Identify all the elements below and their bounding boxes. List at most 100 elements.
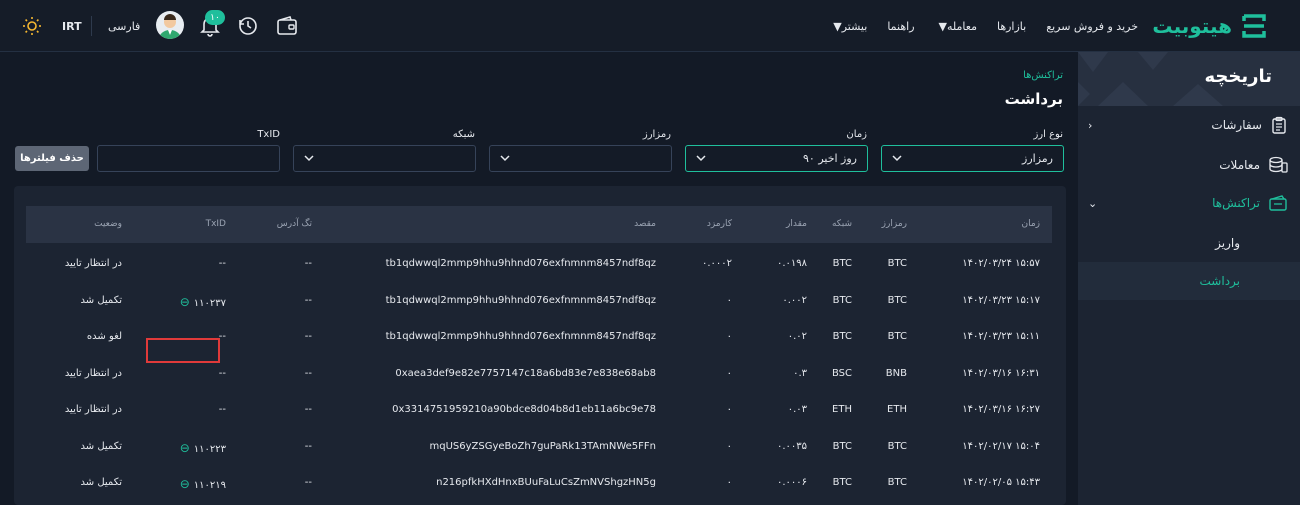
cell-destination: 0x3314751959210a90bdce8d04b8d1eb11a6bc9e…	[392, 404, 656, 415]
table-row[interactable]: ۱۴۰۲/۰۲/۱۷ ۱۵:۰۴ BTC BTC ۰.۰۰۳۵ ۰ mqUS6yZSGye…	[26, 429, 1052, 466]
cell-txid[interactable]: ⊖ ۱۱۰۲۲۳	[180, 441, 226, 455]
cell-amount: ۰.۰۳	[787, 404, 807, 415]
cell-txid[interactable]: ⊖ ۱۱۰۲۳۷	[180, 295, 226, 309]
sidebar-subitem-deposit[interactable]: واریز	[1078, 224, 1300, 262]
breadcrumb[interactable]: تراکنش‌ها	[1023, 70, 1063, 81]
cell-crypto: BTC	[887, 477, 907, 488]
cell-destination: tb1qdwwql2mmp9hhu9hhnd076exfnmnm8457ndf8…	[385, 294, 656, 306]
select-value: ۹۰ روز اخیر	[802, 152, 857, 165]
column-header-fee: کارمزد	[706, 219, 732, 229]
txid-value: ۱۱۰۲۳۷	[193, 297, 226, 309]
txid-value: ۱۱۰۲۲۳	[193, 443, 226, 455]
cell-network: BTC	[832, 331, 852, 342]
main-nav: خرید و فروش سریع بازارها ▼معامله راهنما …	[829, 0, 1138, 52]
txid-input[interactable]	[97, 145, 280, 172]
cell-destination: tb1qdwwql2mmp9hhu9hhnd076exfnmnm8457ndf8…	[385, 258, 656, 269]
cell-crypto: BNB	[885, 367, 907, 379]
cell-fee: ۰	[726, 367, 732, 379]
filter-label-network: شبکه	[452, 129, 475, 140]
sidebar: تاریخچه › سفارشات معاملات ⌄ تراکنش‌ها وا…	[1078, 52, 1300, 505]
wallet-icon[interactable]	[275, 14, 299, 38]
cell-time: ۱۴۰۲/۰۳/۱۶ ۱۶:۳۱	[962, 367, 1040, 379]
table-row[interactable]: ۱۴۰۲/۰۲/۰۵ ۱۵:۴۳ BTC BTC ۰.۰۰۰۶ ۰ n216pfkHXdH…	[26, 465, 1052, 502]
column-header-destination: مقصد	[634, 219, 656, 229]
cell-destination: mqUS6yZSGyeBoZh7guPaRk13TAmNWe5FFn	[429, 440, 657, 452]
cell-tag: --	[304, 367, 312, 379]
chevron-down-icon: ▼	[833, 19, 842, 33]
crypto-select[interactable]	[489, 145, 672, 172]
chevron-down-icon	[892, 155, 902, 162]
column-header-txid: TxID	[205, 219, 226, 229]
logo[interactable]: هیتوبیت	[1152, 10, 1268, 42]
sidebar-item-label: معاملات	[1219, 158, 1260, 172]
cell-amount: ۰.۰۰۰۶	[776, 477, 807, 488]
cell-time: ۱۴۰۲/۰۳/۲۴ ۱۵:۵۷	[962, 258, 1040, 269]
sidebar-item-transactions[interactable]: ⌄ تراکنش‌ها	[1078, 184, 1300, 222]
cell-time: ۱۴۰۲/۰۲/۰۵ ۱۵:۴۳	[962, 477, 1040, 488]
nav-item-trade-label: معامله	[946, 19, 977, 33]
cell-tag: --	[304, 404, 312, 415]
cell-destination: 0xaea3def9e82e7757147c18a6bd83e7e838e68a…	[395, 367, 656, 379]
cell-crypto: BTC	[887, 294, 907, 306]
sidebar-item-orders[interactable]: › سفارشات	[1078, 106, 1300, 144]
cell-crypto: ETH	[887, 404, 907, 415]
sun-icon[interactable]	[20, 14, 44, 38]
currency-switch[interactable]: IRT	[62, 0, 82, 52]
cell-status: لغو شده	[86, 331, 122, 342]
column-header-status: وضعیت	[94, 219, 122, 229]
cell-amount: ۰.۰۰۲	[782, 294, 807, 306]
cell-tag: --	[304, 440, 312, 452]
cell-txid[interactable]: ⊖ ۱۱۰۲۱۹	[180, 477, 226, 491]
notification-badge: ۱۰	[205, 10, 225, 25]
top-bar: هیتوبیت خرید و فروش سریع بازارها ▼معامله…	[0, 0, 1300, 52]
currency-type-select[interactable]: رمزارز	[881, 145, 1064, 172]
cell-fee: ۰	[726, 331, 732, 342]
filter-label-crypto: رمزارز	[642, 129, 671, 140]
cell-time: ۱۴۰۲/۰۳/۲۳ ۱۵:۱۱	[962, 331, 1040, 342]
filter-label-txid: TxID	[257, 129, 280, 140]
table-row[interactable]: ۱۴۰۲/۰۳/۲۳ ۱۵:۱۷ BTC BTC ۰.۰۰۲ ۰ tb1qdwwql2mm…	[26, 283, 1052, 320]
cell-crypto: BTC	[887, 440, 907, 452]
select-value: رمزارز	[1022, 152, 1053, 165]
time-range-select[interactable]: ۹۰ روز اخیر	[685, 145, 868, 172]
nav-item-markets[interactable]: بازارها	[997, 20, 1026, 33]
chevron-down-icon: ⌄	[1088, 196, 1098, 210]
cell-status: در انتظار تایید	[64, 404, 122, 415]
table-row[interactable]: ۱۴۰۲/۰۳/۱۶ ۱۶:۲۷ ETH ETH ۰.۰۳ ۰ 0x33147519592…	[26, 392, 1052, 429]
cell-network: BTC	[832, 294, 852, 306]
avatar[interactable]	[156, 11, 184, 39]
column-header-time: زمان	[1021, 219, 1040, 229]
coins-icon	[1269, 156, 1288, 173]
nav-item-trade[interactable]: ▼معامله	[935, 20, 977, 33]
nav-item-more[interactable]: ▼بیشتر	[829, 20, 867, 33]
link-icon: ⊖	[179, 477, 190, 491]
cell-amount: ۰.۳	[793, 367, 807, 379]
column-header-tag: تگ آدرس	[276, 219, 312, 229]
cell-tag: --	[304, 331, 312, 342]
column-header-network: شبکه	[831, 219, 852, 229]
language-switch[interactable]: فارسی	[108, 0, 140, 52]
network-select[interactable]	[293, 145, 476, 172]
cell-tag: --	[304, 258, 312, 269]
logo-mark-icon	[1242, 14, 1266, 38]
cell-fee: ۰.۰۰۰۲	[701, 258, 732, 269]
cell-amount: ۰.۰۲	[787, 331, 807, 342]
nav-item-guide[interactable]: راهنما	[887, 20, 914, 33]
transactions-icon	[1269, 195, 1287, 211]
nav-item-quick-trade[interactable]: خرید و فروش سریع	[1046, 20, 1138, 33]
filter-label-currency-type: نوع ارز	[1033, 129, 1063, 140]
cell-tag: --	[304, 294, 312, 306]
nav-item-more-label: بیشتر	[841, 19, 868, 33]
cell-crypto: BTC	[887, 331, 907, 342]
sidebar-header: تاریخچه	[1078, 52, 1300, 106]
table-row[interactable]: ۱۴۰۲/۰۳/۲۴ ۱۵:۵۷ BTC BTC ۰.۰۱۹۸ ۰.۰۰۰۲ tb1qdw…	[26, 246, 1052, 283]
clear-filters-button[interactable]: حذف فیلترها	[15, 146, 89, 171]
sidebar-subitem-withdraw[interactable]: برداشت	[1078, 262, 1300, 300]
cell-status: تکمیل شد	[80, 477, 122, 488]
cell-time: ۱۴۰۲/۰۳/۱۶ ۱۶:۲۷	[962, 404, 1040, 415]
column-header-crypto: رمزارز	[881, 219, 907, 229]
sidebar-item-trades[interactable]: معاملات	[1078, 146, 1300, 184]
clipboard-icon	[1272, 116, 1286, 134]
history-icon[interactable]	[236, 14, 260, 38]
sidebar-item-label: تراکنش‌ها	[1212, 196, 1260, 210]
